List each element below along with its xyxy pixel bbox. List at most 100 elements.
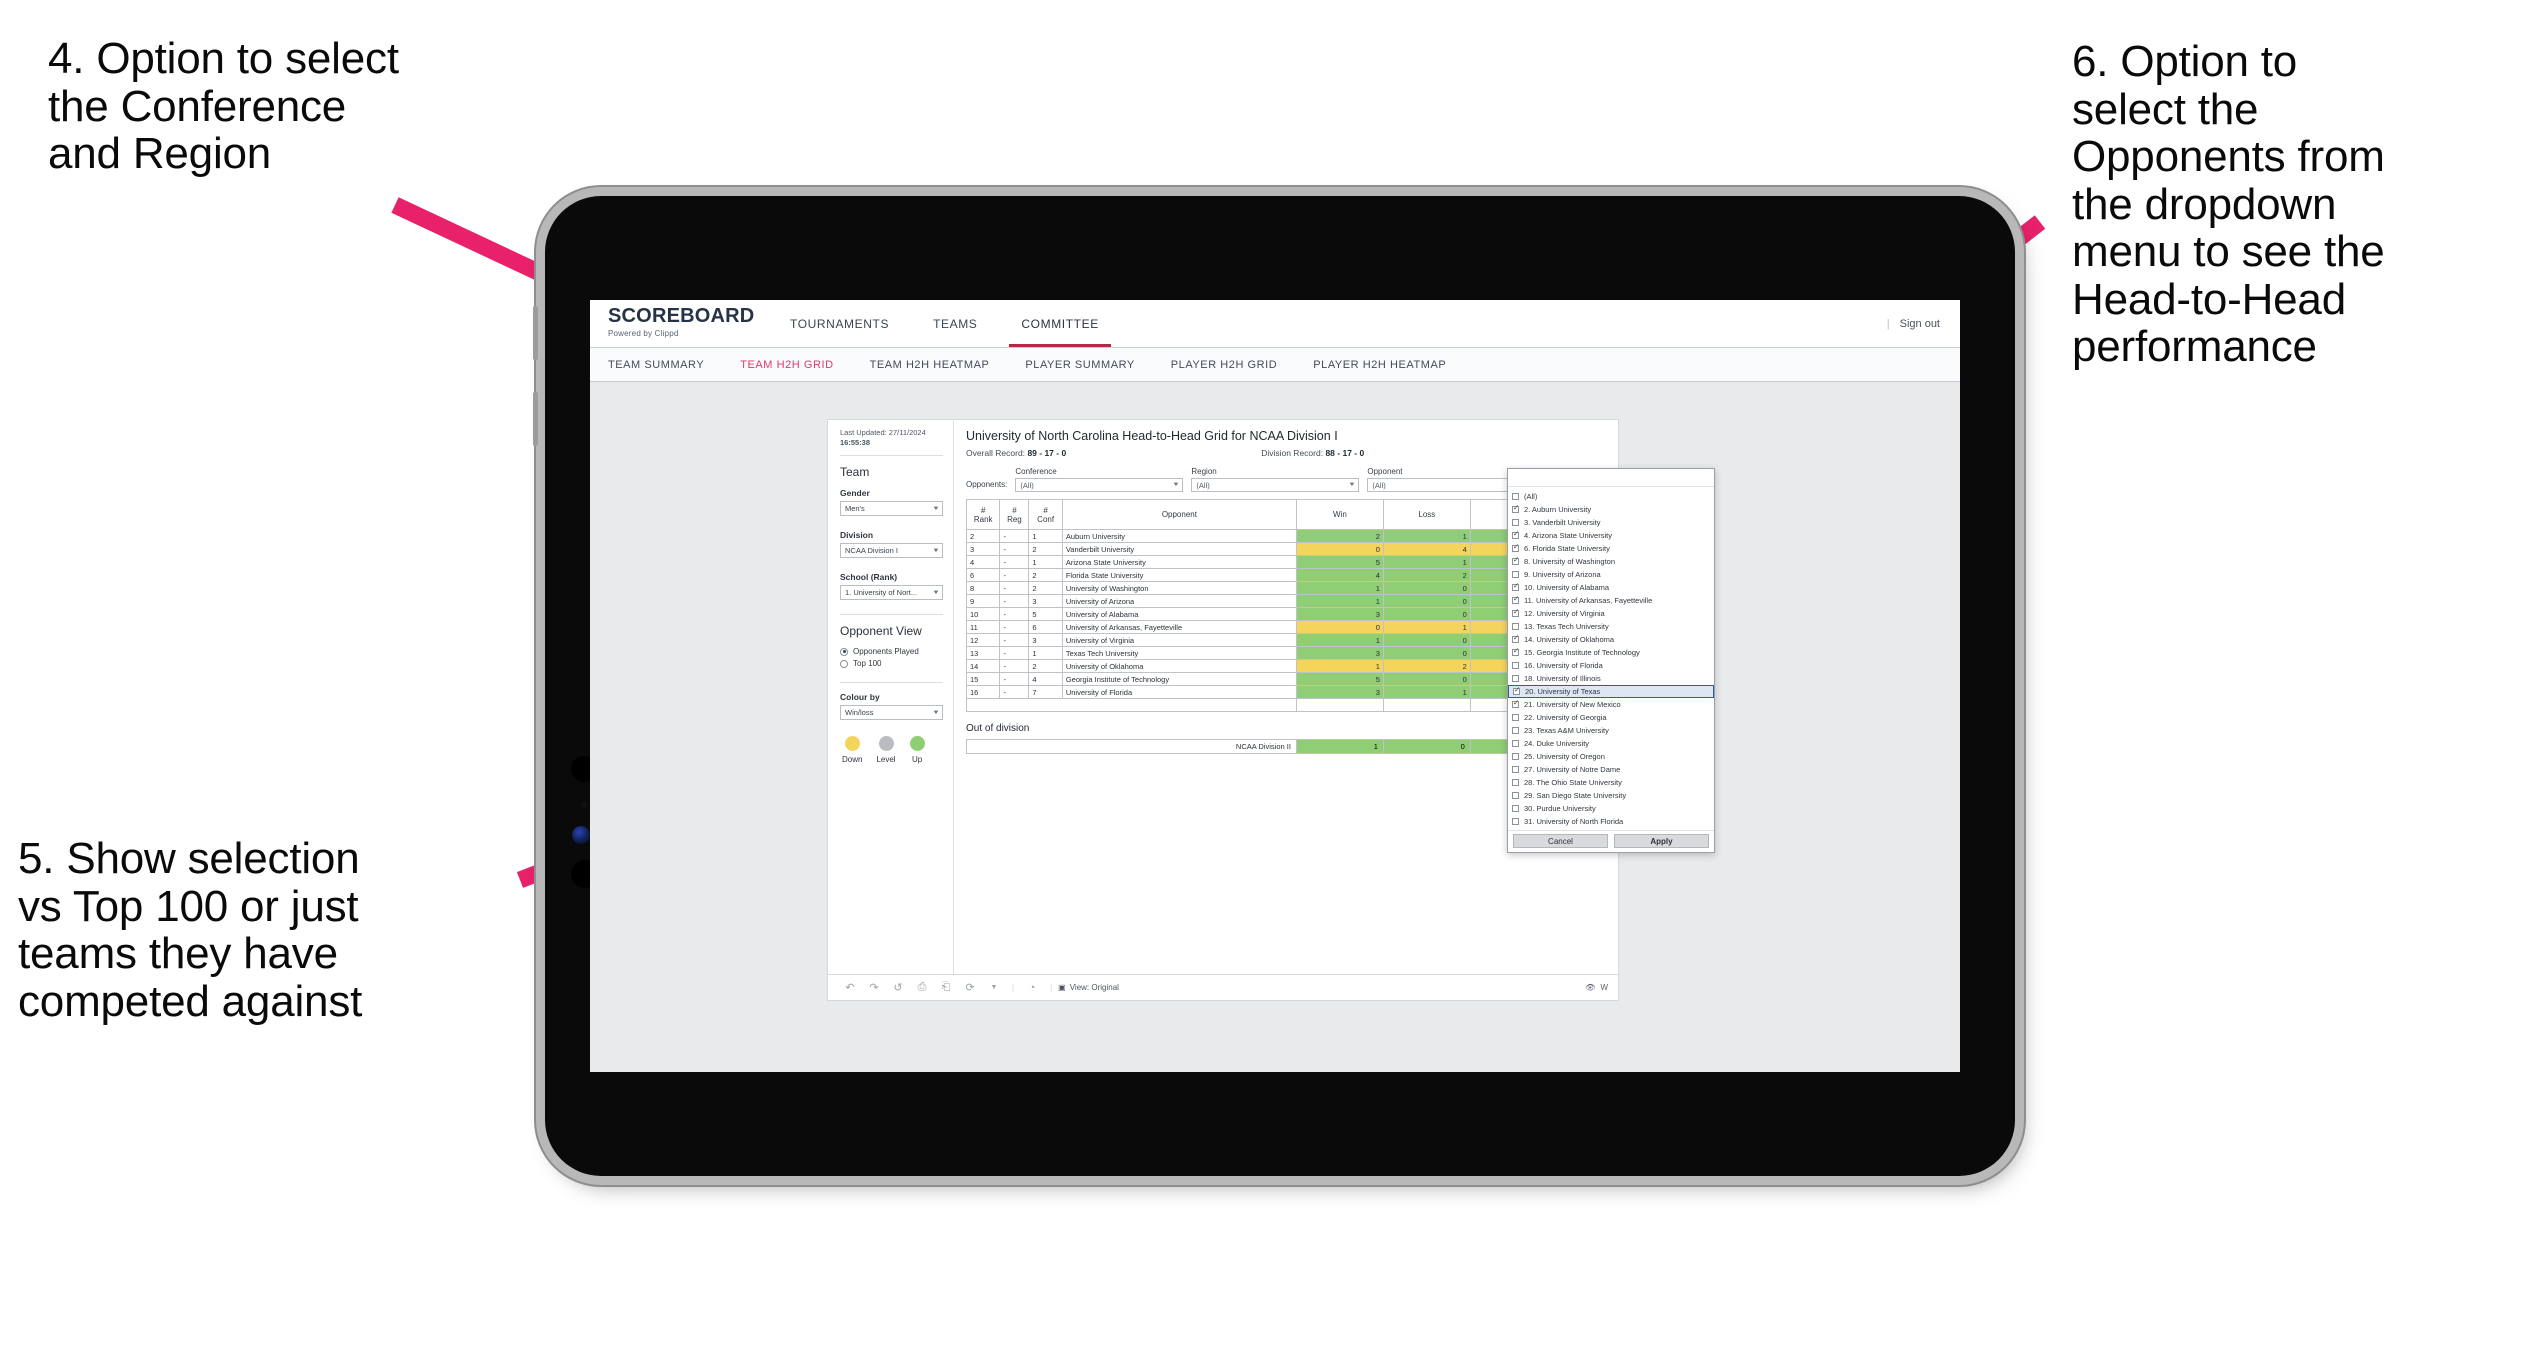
region-select[interactable]: (All) ▼	[1191, 478, 1360, 492]
opponent-option[interactable]: (All)	[1508, 490, 1714, 503]
checkbox-icon[interactable]	[1512, 530, 1519, 539]
nav-item-committee[interactable]: COMMITTEE	[999, 300, 1120, 347]
opponent-option[interactable]: 28. The Ohio State University	[1508, 776, 1714, 789]
volume-down-button[interactable]	[533, 392, 538, 446]
table-row[interactable]: 11-6 University of Arkansas, Fayetteville…	[965, 620, 1512, 634]
apply-button[interactable]: Apply	[1614, 834, 1709, 848]
col-opponent[interactable]: Opponent	[1061, 499, 1297, 530]
checkbox-icon[interactable]	[1512, 699, 1519, 708]
revert-icon[interactable]: ↺	[886, 981, 910, 994]
undo-icon[interactable]: ↶	[838, 981, 862, 994]
checkbox-icon[interactable]	[1512, 504, 1519, 513]
col-extra[interactable]	[1469, 499, 1512, 530]
checkbox-icon[interactable]	[1512, 595, 1519, 604]
volume-up-button[interactable]	[533, 306, 538, 360]
cancel-button[interactable]: Cancel	[1513, 834, 1608, 848]
opponent-option[interactable]: 24. Duke University	[1508, 737, 1714, 750]
nav-item-tournaments[interactable]: TOURNAMENTS	[768, 300, 911, 347]
checkbox-icon[interactable]	[1512, 805, 1519, 812]
opponent-option[interactable]: 20. University of Texas	[1508, 685, 1714, 698]
table-row[interactable]: 3-2 Vanderbilt University 0 4	[965, 542, 1512, 556]
sign-out-link[interactable]: Sign out	[1900, 318, 1940, 330]
checkbox-icon[interactable]	[1512, 571, 1519, 578]
checkbox-icon[interactable]	[1512, 662, 1519, 669]
school-select[interactable]: 1. University of Nort... ▼	[840, 585, 943, 601]
opponent-option[interactable]: 25. University of Oregon	[1508, 750, 1714, 763]
checkbox-icon[interactable]	[1512, 818, 1519, 825]
radio-opponents-played[interactable]: Opponents Played	[840, 647, 943, 656]
clock-icon[interactable]: ◔	[1020, 982, 1044, 994]
opponent-option[interactable]: 8. University of Washington	[1508, 555, 1714, 568]
checkbox-icon[interactable]	[1512, 634, 1519, 643]
refresh-icon[interactable]: ⟳	[958, 981, 982, 994]
table-row[interactable]: 15-4 Georgia Institute of Technology 5 0	[965, 672, 1512, 686]
checkbox-icon[interactable]	[1512, 519, 1519, 526]
table-row[interactable]: 13-1 Texas Tech University 3 0	[965, 646, 1512, 660]
out-of-division-row[interactable]: NCAA Division II 1 0	[966, 739, 1512, 754]
brand-logo[interactable]: SCOREBOARD Powered by Clippd	[590, 300, 754, 347]
table-row[interactable]: 2-1 Auburn University 2 1	[965, 529, 1512, 543]
checkbox-icon[interactable]	[1512, 647, 1519, 656]
checkbox-icon[interactable]	[1512, 493, 1519, 500]
chevron-down-icon[interactable]: ▼	[982, 984, 1006, 991]
opponent-option[interactable]: 12. University of Virginia	[1508, 607, 1714, 620]
opponent-dropdown-popup[interactable]: (All) 2. Auburn University 3. Vanderbilt U…	[1507, 468, 1715, 853]
subnav-player-summary[interactable]: PLAYER SUMMARY	[1025, 359, 1156, 371]
colour-by-select[interactable]: Win/loss ▼	[840, 705, 943, 721]
table-row[interactable]: 12-3 University of Virginia 1 0	[965, 633, 1512, 647]
opponent-option[interactable]: 22. University of Georgia	[1508, 711, 1714, 724]
col-loss[interactable]: Loss	[1382, 499, 1471, 530]
table-row[interactable]: 10-5 University of Alabama 3 0	[965, 607, 1512, 621]
nav-item-teams[interactable]: TEAMS	[911, 300, 999, 347]
checkbox-icon[interactable]	[1512, 556, 1519, 565]
checkbox-icon[interactable]	[1512, 792, 1519, 799]
checkbox-icon[interactable]	[1512, 779, 1519, 786]
opponent-option[interactable]: 31. University of North Florida	[1508, 815, 1714, 828]
view-original-button[interactable]: ▣ View: Original	[1058, 983, 1119, 992]
opponent-option[interactable]: 3. Vanderbilt University	[1508, 516, 1714, 529]
opponent-option[interactable]: 14. University of Oklahoma	[1508, 633, 1714, 646]
redo-icon[interactable]: ↷	[862, 981, 886, 994]
opponent-option[interactable]: 30. Purdue University	[1508, 802, 1714, 815]
opponent-option[interactable]: 11. University of Arkansas, Fayetteville	[1508, 594, 1714, 607]
opponent-option[interactable]: 13. Texas Tech University	[1508, 620, 1714, 633]
checkbox-icon[interactable]	[1512, 582, 1519, 591]
opponent-option[interactable]: 18. University of Illinois	[1508, 672, 1714, 685]
checkbox-icon[interactable]	[1512, 623, 1519, 630]
conference-select[interactable]: (All) ▼	[1015, 478, 1184, 492]
opponent-option[interactable]: 23. Texas A&M University	[1508, 724, 1714, 737]
checkbox-icon[interactable]	[1512, 766, 1519, 773]
opponent-option[interactable]: 16. University of Florida	[1508, 659, 1714, 672]
col-reg[interactable]: # Reg	[999, 499, 1030, 530]
checkbox-icon[interactable]	[1512, 675, 1519, 682]
checkbox-icon[interactable]	[1513, 686, 1520, 695]
opponent-option[interactable]: 6. Florida State University	[1508, 542, 1714, 555]
gender-select[interactable]: Men's ▼	[840, 501, 943, 517]
checkbox-icon[interactable]	[1512, 727, 1519, 734]
division-select[interactable]: NCAA Division I ▼	[840, 543, 943, 559]
opponent-option[interactable]: 2. Auburn University	[1508, 503, 1714, 516]
subnav-player-h2h-heatmap[interactable]: PLAYER H2H HEATMAP	[1313, 359, 1468, 371]
opponent-option[interactable]: 9. University of Arizona	[1508, 568, 1714, 581]
opponent-option[interactable]: 27. University of Notre Dame	[1508, 763, 1714, 776]
opponent-option[interactable]: 10. University of Alabama	[1508, 581, 1714, 594]
checkbox-icon[interactable]	[1512, 608, 1519, 617]
eye-icon[interactable]: 👁	[1585, 983, 1595, 992]
opponent-option[interactable]: 21. University of New Mexico	[1508, 698, 1714, 711]
table-row[interactable]: 8-2 University of Washington 1 0	[965, 581, 1512, 595]
table-row[interactable]: 4-1 Arizona State University 5 1	[965, 555, 1512, 569]
col-win[interactable]: Win	[1295, 499, 1384, 530]
radio-top-100[interactable]: Top 100	[840, 659, 943, 668]
subnav-player-h2h-grid[interactable]: PLAYER H2H GRID	[1171, 359, 1299, 371]
opponent-search-input[interactable]	[1508, 469, 1714, 487]
checkbox-icon[interactable]	[1512, 543, 1519, 552]
table-row[interactable]: 14-2 University of Oklahoma 1 2	[965, 659, 1512, 673]
opponent-option[interactable]: 29. San Diego State University	[1508, 789, 1714, 802]
opponent-option[interactable]: 15. Georgia Institute of Technology	[1508, 646, 1714, 659]
table-row[interactable]: 6-2 Florida State University 4 2	[965, 568, 1512, 582]
pause-icon[interactable]: ⎗	[934, 981, 958, 994]
checkbox-icon[interactable]	[1512, 740, 1519, 747]
opponent-option[interactable]: 4. Arizona State University	[1508, 529, 1714, 542]
checkbox-icon[interactable]	[1512, 714, 1519, 721]
subnav-team-h2h-grid[interactable]: TEAM H2H GRID	[740, 359, 855, 371]
